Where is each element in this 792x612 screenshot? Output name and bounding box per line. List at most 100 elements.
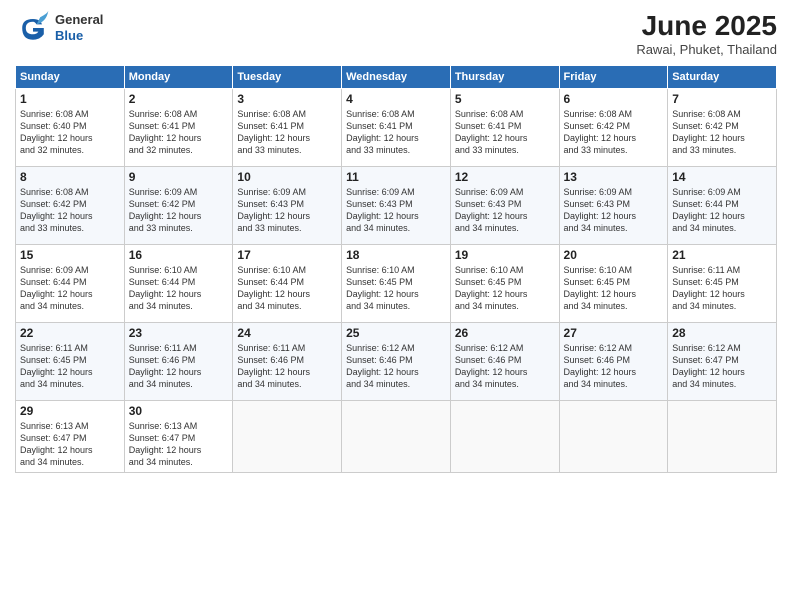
week-row-4: 22 Sunrise: 6:11 AMSunset: 6:45 PMDayligh…	[16, 323, 777, 401]
day-number: 3	[237, 92, 337, 106]
day-info: Sunrise: 6:13 AMSunset: 6:47 PMDaylight:…	[129, 420, 229, 469]
day-number: 12	[455, 170, 555, 184]
logo-icon	[15, 10, 51, 46]
day-info: Sunrise: 6:12 AMSunset: 6:46 PMDaylight:…	[455, 342, 555, 391]
day-cell-14: 14Sunrise: 6:09 AMSunset: 6:44 PMDayligh…	[668, 167, 777, 245]
location-subtitle: Rawai, Phuket, Thailand	[636, 42, 777, 57]
title-block: June 2025 Rawai, Phuket, Thailand	[636, 10, 777, 57]
day-cell-24: 24 Sunrise: 6:11 AMSunset: 6:46 PMDayligh…	[233, 323, 342, 401]
day-number: 24	[237, 326, 337, 340]
day-number: 20	[564, 248, 664, 262]
day-cell-7: 7Sunrise: 6:08 AMSunset: 6:42 PMDaylight…	[668, 89, 777, 167]
col-tuesday: Tuesday	[233, 66, 342, 89]
day-info: Sunrise: 6:12 AMSunset: 6:46 PMDaylight:…	[346, 342, 446, 391]
day-cell-6: 6 Sunrise: 6:08 AMSunset: 6:42 PMDaylight…	[559, 89, 668, 167]
day-info: Sunrise: 6:10 AMSunset: 6:44 PMDaylight:…	[237, 264, 337, 313]
day-number: 30	[129, 404, 229, 418]
day-cell-15: 15 Sunrise: 6:09 AMSunset: 6:44 PMDayligh…	[16, 245, 125, 323]
logo-text: General Blue	[55, 12, 103, 43]
day-number: 8	[20, 170, 120, 184]
day-cell-21: 21 Sunrise: 6:11 AMSunset: 6:45 PMDayligh…	[668, 245, 777, 323]
day-cell-8: 8 Sunrise: 6:08 AMSunset: 6:42 PMDaylight…	[16, 167, 125, 245]
day-info: Sunrise: 6:11 AMSunset: 6:45 PMDaylight:…	[672, 264, 772, 313]
day-info: Sunrise: 6:08 AMSunset: 6:41 PMDaylight:…	[346, 108, 446, 157]
day-cell-17: 17 Sunrise: 6:10 AMSunset: 6:44 PMDayligh…	[233, 245, 342, 323]
col-wednesday: Wednesday	[342, 66, 451, 89]
day-info: Sunrise: 6:08 AMSunset: 6:42 PMDaylight:…	[20, 186, 120, 235]
day-number: 10	[237, 170, 337, 184]
day-info: Sunrise: 6:11 AMSunset: 6:45 PMDaylight:…	[20, 342, 120, 391]
day-cell-13: 13 Sunrise: 6:09 AMSunset: 6:43 PMDayligh…	[559, 167, 668, 245]
day-cell-1: 1 Sunrise: 6:08 AMSunset: 6:40 PMDaylight…	[16, 89, 125, 167]
day-info: Sunrise: 6:10 AMSunset: 6:44 PMDaylight:…	[129, 264, 229, 313]
logo-blue-text: Blue	[55, 28, 103, 44]
day-number: 22	[20, 326, 120, 340]
day-info: Sunrise: 6:09 AMSunset: 6:43 PMDaylight:…	[346, 186, 446, 235]
empty-cell	[559, 401, 668, 473]
day-cell-28: 28 Sunrise: 6:12 AMSunset: 6:47 PMDayligh…	[668, 323, 777, 401]
day-cell-20: 20 Sunrise: 6:10 AMSunset: 6:45 PMDayligh…	[559, 245, 668, 323]
day-cell-29: 29 Sunrise: 6:13 AMSunset: 6:47 PMDayligh…	[16, 401, 125, 473]
week-row-2: 8 Sunrise: 6:08 AMSunset: 6:42 PMDaylight…	[16, 167, 777, 245]
day-number: 21	[672, 248, 772, 262]
day-cell-11: 11 Sunrise: 6:09 AMSunset: 6:43 PMDayligh…	[342, 167, 451, 245]
day-number: 17	[237, 248, 337, 262]
day-number: 4	[346, 92, 446, 106]
empty-cell	[450, 401, 559, 473]
day-number: 26	[455, 326, 555, 340]
day-cell-22: 22 Sunrise: 6:11 AMSunset: 6:45 PMDayligh…	[16, 323, 125, 401]
day-info: Sunrise: 6:09 AMSunset: 6:43 PMDaylight:…	[564, 186, 664, 235]
col-sunday: Sunday	[16, 66, 125, 89]
day-number: 5	[455, 92, 555, 106]
calendar-header-row: Sunday Monday Tuesday Wednesday Thursday…	[16, 66, 777, 89]
day-info: Sunrise: 6:13 AMSunset: 6:47 PMDaylight:…	[20, 420, 120, 469]
day-cell-25: 25 Sunrise: 6:12 AMSunset: 6:46 PMDayligh…	[342, 323, 451, 401]
day-info: Sunrise: 6:10 AMSunset: 6:45 PMDaylight:…	[564, 264, 664, 313]
day-number: 7	[672, 92, 772, 106]
day-number: 6	[564, 92, 664, 106]
day-cell-26: 26 Sunrise: 6:12 AMSunset: 6:46 PMDayligh…	[450, 323, 559, 401]
col-friday: Friday	[559, 66, 668, 89]
day-number: 9	[129, 170, 229, 184]
day-number: 27	[564, 326, 664, 340]
day-info: Sunrise: 6:11 AMSunset: 6:46 PMDaylight:…	[129, 342, 229, 391]
day-number: 11	[346, 170, 446, 184]
day-cell-2: 2Sunrise: 6:08 AMSunset: 6:41 PMDaylight…	[124, 89, 233, 167]
day-cell-3: 3Sunrise: 6:08 AMSunset: 6:41 PMDaylight…	[233, 89, 342, 167]
day-number: 15	[20, 248, 120, 262]
day-cell-19: 19Sunrise: 6:10 AMSunset: 6:45 PMDayligh…	[450, 245, 559, 323]
day-number: 25	[346, 326, 446, 340]
day-info: Sunrise: 6:09 AMSunset: 6:44 PMDaylight:…	[20, 264, 120, 313]
day-info: Sunrise: 6:12 AMSunset: 6:46 PMDaylight:…	[564, 342, 664, 391]
day-info: Sunrise: 6:12 AMSunset: 6:47 PMDaylight:…	[672, 342, 772, 391]
empty-cell	[668, 401, 777, 473]
day-number: 1	[20, 92, 120, 106]
month-title: June 2025	[636, 10, 777, 42]
day-number: 2	[129, 92, 229, 106]
day-number: 13	[564, 170, 664, 184]
day-info: Sunrise: 6:09 AMSunset: 6:42 PMDaylight:…	[129, 186, 229, 235]
day-info: Sunrise: 6:10 AMSunset: 6:45 PMDaylight:…	[455, 264, 555, 313]
day-number: 29	[20, 404, 120, 418]
logo: General Blue	[15, 10, 103, 46]
day-info: Sunrise: 6:08 AMSunset: 6:40 PMDaylight:…	[20, 108, 120, 157]
day-number: 23	[129, 326, 229, 340]
day-cell-27: 27 Sunrise: 6:12 AMSunset: 6:46 PMDayligh…	[559, 323, 668, 401]
day-cell-12: 12Sunrise: 6:09 AMSunset: 6:43 PMDayligh…	[450, 167, 559, 245]
day-cell-30: 30 Sunrise: 6:13 AMSunset: 6:47 PMDayligh…	[124, 401, 233, 473]
logo-general-text: General	[55, 12, 103, 28]
col-thursday: Thursday	[450, 66, 559, 89]
day-info: Sunrise: 6:10 AMSunset: 6:45 PMDaylight:…	[346, 264, 446, 313]
day-number: 16	[129, 248, 229, 262]
day-info: Sunrise: 6:08 AMSunset: 6:41 PMDaylight:…	[455, 108, 555, 157]
page: General Blue June 2025 Rawai, Phuket, Th…	[0, 0, 792, 612]
week-row-3: 15 Sunrise: 6:09 AMSunset: 6:44 PMDayligh…	[16, 245, 777, 323]
day-number: 28	[672, 326, 772, 340]
day-cell-10: 10 Sunrise: 6:09 AMSunset: 6:43 PMDayligh…	[233, 167, 342, 245]
empty-cell	[342, 401, 451, 473]
day-number: 18	[346, 248, 446, 262]
day-info: Sunrise: 6:08 AMSunset: 6:42 PMDaylight:…	[564, 108, 664, 157]
day-info: Sunrise: 6:11 AMSunset: 6:46 PMDaylight:…	[237, 342, 337, 391]
day-info: Sunrise: 6:09 AMSunset: 6:43 PMDaylight:…	[237, 186, 337, 235]
week-row-5: 29 Sunrise: 6:13 AMSunset: 6:47 PMDayligh…	[16, 401, 777, 473]
